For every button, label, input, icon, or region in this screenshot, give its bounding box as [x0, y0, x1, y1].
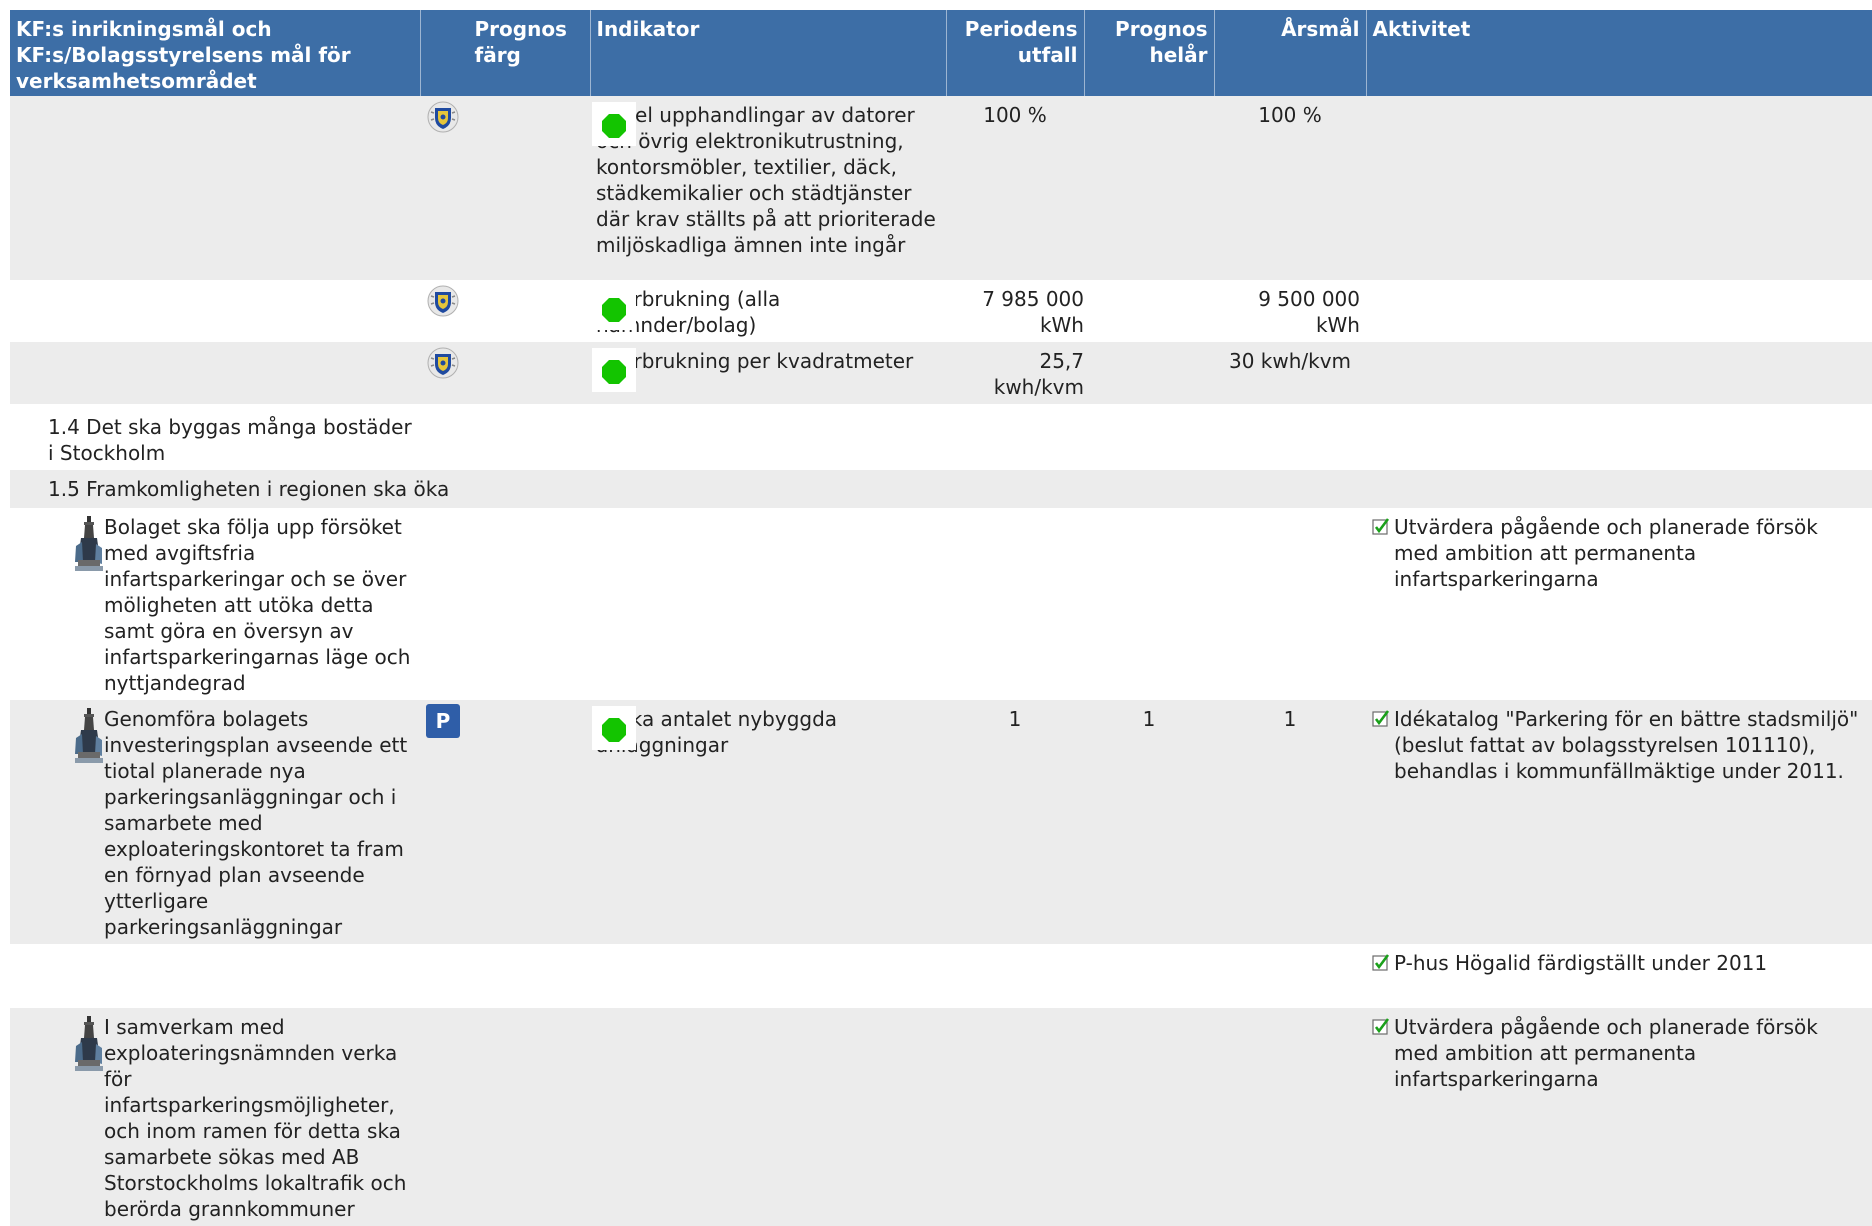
prognos-cell: 1 — [1084, 700, 1214, 944]
indicator-cell[interactable]: Elförbrukning (alla nämnder/bolag) — [590, 280, 946, 342]
table-row: Andel upphandlingar av datorer och övrig… — [10, 96, 1872, 280]
board-goal-icon — [74, 708, 104, 764]
prognos-color-cell — [420, 342, 636, 404]
header-goal[interactable]: KF:s inrikningsmål och KF:s/Bolagsstyrel… — [10, 10, 421, 96]
indicator-cell[interactable]: Elförbrukning per kvadratmeter — [590, 342, 946, 404]
activity-cell: Utvärdera pågående och planerade försök … — [1366, 508, 1872, 700]
checkbox-checked-icon[interactable] — [1372, 954, 1390, 972]
arsmal-cell: 100 % — [1214, 96, 1366, 280]
header-aktivitet[interactable]: Aktivitet — [1366, 10, 1872, 96]
green-status-icon — [602, 718, 626, 742]
activity-text[interactable]: Utvärdera pågående och planerade försök … — [1394, 514, 1866, 592]
activity-cell: Utvärdera pågående och planerade försök … — [1366, 1008, 1872, 1226]
utfall-cell: 25,7 kwh/kvm — [946, 342, 1084, 404]
organization-logo-icon[interactable] — [426, 284, 460, 318]
table-row: 1.5 Framkomligheten i regionen ska öka — [10, 470, 1872, 508]
goal-heading[interactable]: 1.4 Det ska byggas många bostäder i Stoc… — [10, 404, 420, 470]
utfall-cell: 100 % — [946, 96, 1084, 280]
utfall-cell: 1 — [946, 700, 1084, 944]
prognos-cell — [1084, 280, 1214, 342]
green-status-icon — [602, 114, 626, 138]
table-row: P-hus Högalid färdigställt under 2011 — [10, 944, 1872, 1008]
header-prognos-helar[interactable]: Prognos helår — [1084, 10, 1215, 96]
prognos-cell — [1084, 96, 1214, 280]
arsmal-cell: 30 kwh/kvm — [1214, 342, 1366, 404]
prognos-cell — [1084, 342, 1214, 404]
status-color-box — [592, 102, 636, 146]
prognos-color-cell: P — [420, 700, 636, 944]
goal-cell — [10, 96, 420, 280]
activity-text[interactable]: Utvärdera pågående och planerade försök … — [1394, 1014, 1866, 1092]
table-row: I samverkam med exploateringsnämnden ver… — [10, 1008, 1872, 1226]
checkbox-checked-icon[interactable] — [1372, 710, 1390, 728]
activity-cell: Idékatalog "Parkering för en bättre stad… — [1366, 700, 1872, 944]
status-color-box — [592, 286, 636, 330]
goal-cell — [10, 342, 420, 404]
prognos-color-cell — [420, 280, 636, 342]
goals-table: KF:s inrikningsmål och KF:s/Bolagsstyrel… — [10, 10, 1872, 1226]
board-goal-icon — [74, 516, 104, 572]
header-arsmal[interactable]: Årsmål — [1214, 10, 1367, 96]
activity-text[interactable]: Idékatalog "Parkering för en bättre stad… — [1394, 706, 1866, 784]
arsmal-cell: 9 500 000 kWh — [1214, 280, 1366, 342]
activity-cell — [1366, 96, 1872, 280]
board-goal-text[interactable]: Bolaget ska följa upp försöket med avgif… — [104, 514, 414, 696]
activity-text[interactable]: P-hus Högalid färdigställt under 2011 — [1394, 950, 1767, 976]
header-prognos-farg[interactable]: Prognos färg — [420, 10, 591, 96]
activity-cell — [1366, 280, 1872, 342]
green-status-icon — [602, 360, 626, 384]
board-goal-icon — [74, 1016, 104, 1072]
table-row: Elförbrukning per kvadratmeter 25,7 kwh/… — [10, 342, 1872, 404]
activity-cell — [1366, 342, 1872, 404]
status-color-box — [592, 706, 636, 750]
activity-cell: P-hus Högalid färdigställt under 2011 — [1366, 944, 1872, 1008]
indicator-cell[interactable]: Utöka antalet nybyggda anläggningar — [590, 700, 946, 944]
checkbox-checked-icon[interactable] — [1372, 518, 1390, 536]
parking-icon[interactable]: P — [426, 704, 460, 738]
header-indikator[interactable]: Indikator — [590, 10, 947, 96]
organization-logo-icon[interactable] — [426, 100, 460, 134]
prognos-color-cell — [420, 96, 636, 280]
table-row: Genomföra bolagets investeringsplan avse… — [10, 700, 1872, 944]
goal-heading[interactable]: 1.5 Framkomligheten i regionen ska öka — [10, 470, 449, 508]
green-status-icon — [602, 298, 626, 322]
board-goal-text[interactable]: Genomföra bolagets investeringsplan avse… — [104, 706, 414, 940]
board-goal-text[interactable]: I samverkam med exploateringsnämnden ver… — [104, 1014, 414, 1222]
goal-cell: Genomföra bolagets investeringsplan avse… — [10, 700, 420, 944]
arsmal-cell: 1 — [1214, 700, 1366, 944]
goal-cell: Bolaget ska följa upp försöket med avgif… — [10, 508, 420, 700]
table-header: KF:s inrikningsmål och KF:s/Bolagsstyrel… — [10, 10, 1872, 96]
indicator-cell[interactable]: Andel upphandlingar av datorer och övrig… — [590, 96, 946, 280]
goal-cell — [10, 280, 420, 342]
status-color-box — [592, 348, 636, 392]
header-periodens-utfall[interactable]: Periodens utfall — [946, 10, 1085, 96]
report-page: KF:s inrikningsmål och KF:s/Bolagsstyrel… — [10, 10, 1872, 1226]
table-row: 1.4 Det ska byggas många bostäder i Stoc… — [10, 404, 1872, 470]
table-row: Bolaget ska följa upp försöket med avgif… — [10, 508, 1872, 700]
organization-logo-icon[interactable] — [426, 346, 460, 380]
utfall-cell: 7 985 000 kWh — [946, 280, 1084, 342]
checkbox-checked-icon[interactable] — [1372, 1018, 1390, 1036]
goal-cell: I samverkam med exploateringsnämnden ver… — [10, 1008, 420, 1226]
table-row: Elförbrukning (alla nämnder/bolag) 7 985… — [10, 280, 1872, 342]
